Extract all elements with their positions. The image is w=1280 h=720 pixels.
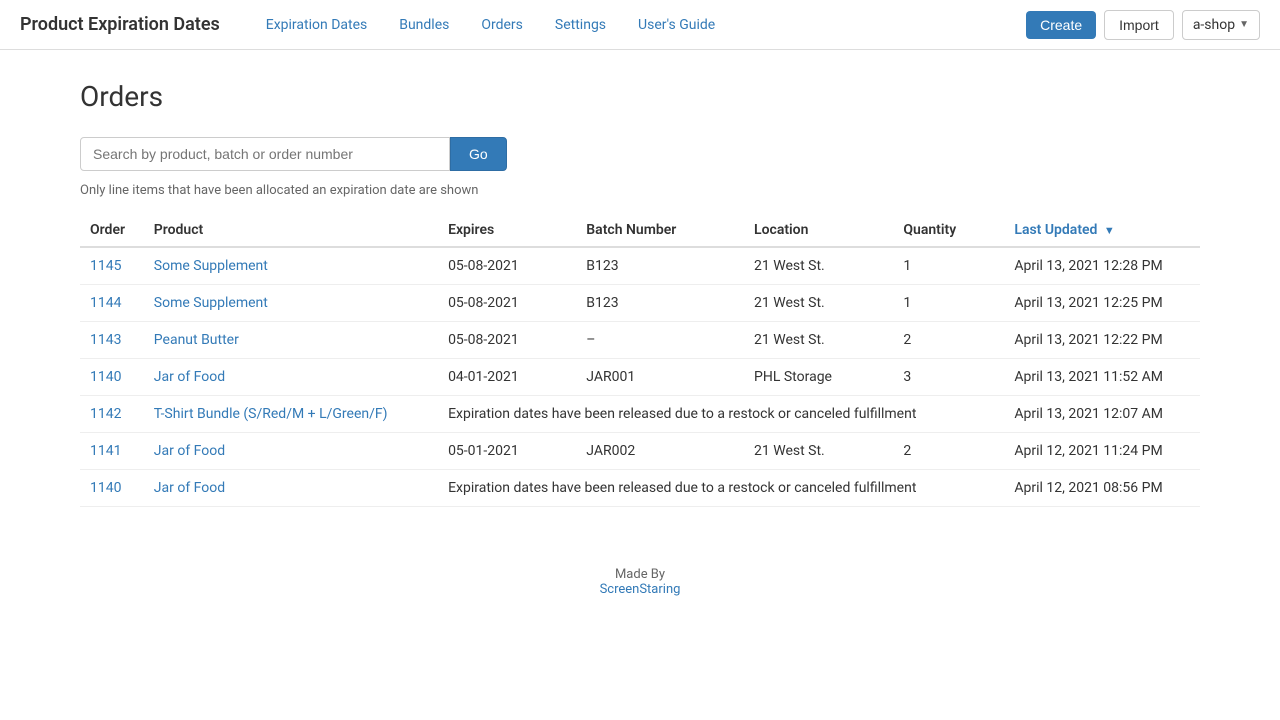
shop-dropdown[interactable]: a-shop ▼ — [1182, 10, 1260, 40]
order-link[interactable]: 1144 — [90, 295, 121, 311]
cell-expires: 05-08-2021 — [438, 322, 576, 359]
table-row: 1143 Peanut Butter 05-08-2021 – 21 West … — [80, 322, 1200, 359]
cell-product: Jar of Food — [144, 433, 438, 470]
search-input[interactable] — [80, 137, 450, 171]
cell-quantity: 3 — [893, 359, 1004, 396]
cell-order: 1145 — [80, 247, 144, 285]
main-content: Orders Go Only line items that have been… — [0, 50, 1280, 627]
cell-expires: 05-01-2021 — [438, 433, 576, 470]
order-link[interactable]: 1145 — [90, 258, 121, 274]
nav-orders[interactable]: Orders — [465, 0, 539, 50]
cell-last-updated: April 13, 2021 12:22 PM — [1004, 322, 1200, 359]
table-row: 1145 Some Supplement 05-08-2021 B123 21 … — [80, 247, 1200, 285]
cell-last-updated: April 13, 2021 12:07 AM — [1004, 396, 1200, 433]
product-link[interactable]: Jar of Food — [154, 480, 225, 496]
table-row: 1140 Jar of Food 04-01-2021 JAR001 PHL S… — [80, 359, 1200, 396]
orders-table: Order Product Expires Batch Number Locat… — [80, 214, 1200, 507]
navbar-actions: Create Import a-shop ▼ — [1026, 10, 1260, 40]
product-link[interactable]: Peanut Butter — [154, 332, 239, 348]
table-row: 1142 T-Shirt Bundle (S/Red/M + L/Green/F… — [80, 396, 1200, 433]
table-header-row: Order Product Expires Batch Number Locat… — [80, 214, 1200, 247]
search-bar: Go — [80, 137, 1200, 171]
order-link[interactable]: 1143 — [90, 332, 121, 348]
table-body: 1145 Some Supplement 05-08-2021 B123 21 … — [80, 247, 1200, 507]
navbar: Product Expiration Dates Expiration Date… — [0, 0, 1280, 50]
cell-expires: 05-08-2021 — [438, 247, 576, 285]
cell-info-message: Expiration dates have been released due … — [438, 396, 1004, 433]
cell-expires: 04-01-2021 — [438, 359, 576, 396]
made-by-text: Made By — [80, 567, 1200, 582]
col-product: Product — [144, 214, 438, 247]
cell-product: Peanut Butter — [144, 322, 438, 359]
search-button[interactable]: Go — [450, 137, 507, 171]
col-last-updated[interactable]: Last Updated ▼ — [1004, 214, 1200, 247]
cell-order: 1142 — [80, 396, 144, 433]
cell-location: 21 West St. — [744, 433, 893, 470]
product-link[interactable]: Jar of Food — [154, 443, 225, 459]
cell-batch-number: B123 — [576, 247, 744, 285]
nav-settings[interactable]: Settings — [539, 0, 622, 50]
cell-location: 21 West St. — [744, 247, 893, 285]
col-batch-number: Batch Number — [576, 214, 744, 247]
col-location: Location — [744, 214, 893, 247]
company-link[interactable]: ScreenStaring — [600, 582, 681, 597]
table-row: 1144 Some Supplement 05-08-2021 B123 21 … — [80, 285, 1200, 322]
cell-product: Some Supplement — [144, 247, 438, 285]
cell-location: 21 West St. — [744, 285, 893, 322]
order-link[interactable]: 1141 — [90, 443, 121, 459]
chevron-down-icon: ▼ — [1239, 19, 1249, 30]
cell-last-updated: April 13, 2021 12:28 PM — [1004, 247, 1200, 285]
page-title: Orders — [80, 80, 1200, 113]
col-quantity: Quantity — [893, 214, 1004, 247]
product-link[interactable]: Some Supplement — [154, 295, 268, 311]
cell-product: T-Shirt Bundle (S/Red/M + L/Green/F) — [144, 396, 438, 433]
order-link[interactable]: 1142 — [90, 406, 121, 422]
nav-users-guide[interactable]: User's Guide — [622, 0, 731, 50]
footer: Made By ScreenStaring — [80, 567, 1200, 597]
cell-location: 21 West St. — [744, 322, 893, 359]
table-header: Order Product Expires Batch Number Locat… — [80, 214, 1200, 247]
cell-expires: 05-08-2021 — [438, 285, 576, 322]
cell-batch-number: JAR002 — [576, 433, 744, 470]
cell-batch-number: JAR001 — [576, 359, 744, 396]
cell-batch-number: – — [576, 322, 744, 359]
cell-location: PHL Storage — [744, 359, 893, 396]
cell-order: 1143 — [80, 322, 144, 359]
col-order: Order — [80, 214, 144, 247]
sort-desc-icon: ▼ — [1104, 224, 1115, 237]
order-link[interactable]: 1140 — [90, 369, 121, 385]
cell-order: 1140 — [80, 359, 144, 396]
cell-product: Jar of Food — [144, 470, 438, 507]
app-brand: Product Expiration Dates — [20, 14, 220, 35]
helper-text: Only line items that have been allocated… — [80, 183, 1200, 198]
cell-order: 1140 — [80, 470, 144, 507]
cell-last-updated: April 12, 2021 08:56 PM — [1004, 470, 1200, 507]
cell-last-updated: April 13, 2021 11:52 AM — [1004, 359, 1200, 396]
nav-bundles[interactable]: Bundles — [383, 0, 465, 50]
import-button[interactable]: Import — [1104, 10, 1174, 40]
cell-last-updated: April 12, 2021 11:24 PM — [1004, 433, 1200, 470]
cell-batch-number: B123 — [576, 285, 744, 322]
cell-product: Jar of Food — [144, 359, 438, 396]
nav-expiration-dates[interactable]: Expiration Dates — [250, 0, 383, 50]
table-row: 1141 Jar of Food 05-01-2021 JAR002 21 We… — [80, 433, 1200, 470]
cell-last-updated: April 13, 2021 12:25 PM — [1004, 285, 1200, 322]
cell-quantity: 2 — [893, 433, 1004, 470]
table-row: 1140 Jar of Food Expiration dates have b… — [80, 470, 1200, 507]
cell-quantity: 1 — [893, 247, 1004, 285]
cell-quantity: 2 — [893, 322, 1004, 359]
cell-product: Some Supplement — [144, 285, 438, 322]
product-link[interactable]: Jar of Food — [154, 369, 225, 385]
nav-links: Expiration Dates Bundles Orders Settings… — [250, 0, 1026, 50]
cell-quantity: 1 — [893, 285, 1004, 322]
cell-order: 1141 — [80, 433, 144, 470]
cell-order: 1144 — [80, 285, 144, 322]
create-button[interactable]: Create — [1026, 11, 1096, 39]
product-link[interactable]: T-Shirt Bundle (S/Red/M + L/Green/F) — [154, 406, 388, 422]
shop-name: a-shop — [1193, 17, 1235, 33]
cell-info-message: Expiration dates have been released due … — [438, 470, 1004, 507]
product-link[interactable]: Some Supplement — [154, 258, 268, 274]
col-expires: Expires — [438, 214, 576, 247]
order-link[interactable]: 1140 — [90, 480, 121, 496]
